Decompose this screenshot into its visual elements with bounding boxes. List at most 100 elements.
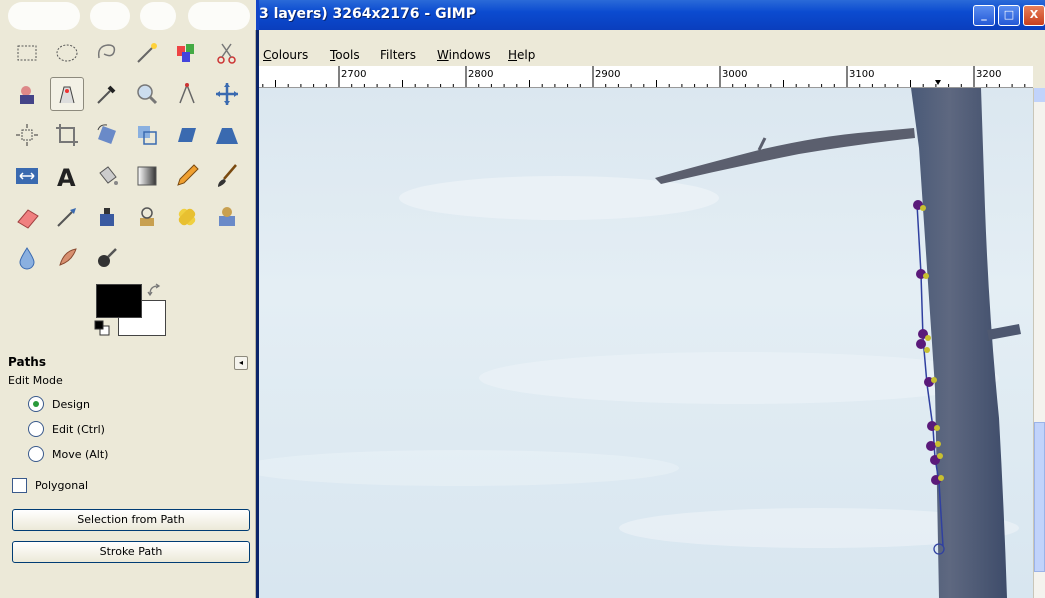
fuzzy-select-tool-button[interactable] bbox=[130, 36, 164, 70]
ruler-label: 2900 bbox=[595, 69, 620, 80]
zoom-icon bbox=[137, 84, 158, 105]
pencil-icon bbox=[177, 164, 199, 186]
horizontal-ruler[interactable]: 2700 2800 2900 3000 3100 3200 bbox=[259, 66, 1033, 88]
close-icon: X bbox=[1029, 8, 1039, 21]
color-area bbox=[92, 282, 172, 340]
foreground-select-icon bbox=[20, 86, 34, 104]
ink-tool-button[interactable] bbox=[90, 200, 124, 234]
blur-tool-button[interactable] bbox=[10, 241, 44, 275]
navigate-corner[interactable] bbox=[1033, 66, 1045, 88]
maximize-button[interactable]: □ bbox=[998, 5, 1020, 26]
dodge-burn-icon bbox=[98, 248, 117, 267]
paths-tool-button[interactable] bbox=[50, 77, 84, 111]
dodge-burn-tool-button[interactable] bbox=[90, 241, 124, 275]
blend-icon bbox=[137, 166, 157, 186]
wilber-logo-part bbox=[188, 2, 250, 30]
paintbrush-icon bbox=[218, 164, 237, 187]
color-picker-icon bbox=[97, 85, 116, 104]
foreground-select-tool-button[interactable] bbox=[10, 77, 44, 111]
radio-move[interactable] bbox=[28, 446, 44, 462]
toolbox-header bbox=[0, 0, 256, 30]
align-icon bbox=[16, 124, 38, 146]
flip-tool-button[interactable] bbox=[10, 159, 44, 193]
clone-tool-button[interactable] bbox=[130, 200, 164, 234]
image-canvas[interactable] bbox=[259, 88, 1033, 598]
perspective-clone-tool-button[interactable] bbox=[210, 200, 244, 234]
wilber-logo-part bbox=[8, 2, 80, 30]
move-tool-button[interactable] bbox=[210, 77, 244, 111]
selection-from-path-button[interactable]: Selection from Path bbox=[12, 509, 250, 531]
eraser-tool-button[interactable] bbox=[10, 200, 44, 234]
measure-icon bbox=[179, 83, 195, 104]
heal-tool-button[interactable] bbox=[170, 200, 204, 234]
tool-options-panel: Paths ◂ Edit Mode Design Edit (Ctrl) Mov… bbox=[6, 352, 250, 592]
window-title: 3 layers) 3264x2176 - GIMP bbox=[259, 6, 476, 22]
menu-help[interactable]: Help bbox=[508, 48, 535, 62]
text-tool-button[interactable]: A bbox=[50, 159, 84, 193]
select-by-color-tool-button[interactable] bbox=[170, 36, 204, 70]
align-tool-button[interactable] bbox=[10, 118, 44, 152]
maximize-icon: □ bbox=[1003, 8, 1015, 21]
rect-select-tool-button[interactable] bbox=[10, 36, 44, 70]
bucket-fill-icon bbox=[99, 166, 118, 185]
minimize-button[interactable]: _ bbox=[973, 5, 995, 26]
polygonal-option[interactable]: Polygonal bbox=[12, 478, 88, 493]
mode-design-option[interactable]: Design bbox=[28, 396, 90, 412]
bucket-fill-tool-button[interactable] bbox=[90, 159, 124, 193]
mode-move-label: Move (Alt) bbox=[52, 447, 109, 461]
mode-edit-label: Edit (Ctrl) bbox=[52, 422, 105, 436]
foreground-color-swatch[interactable] bbox=[96, 284, 142, 318]
text-icon: A bbox=[57, 164, 76, 189]
ellipse-select-icon bbox=[56, 44, 78, 62]
measure-tool-button[interactable] bbox=[170, 77, 204, 111]
menu-windows[interactable]: Windows bbox=[437, 48, 491, 62]
menu-tools[interactable]: Tools bbox=[330, 48, 360, 62]
heal-icon bbox=[178, 208, 196, 226]
mode-edit-option[interactable]: Edit (Ctrl) bbox=[28, 421, 105, 437]
scroll-thumb[interactable] bbox=[1034, 422, 1045, 572]
free-select-tool-button[interactable] bbox=[90, 36, 124, 70]
image-window: 3 layers) 3264x2176 - GIMP _ □ X Colours… bbox=[256, 0, 1045, 598]
zoom-tool-button[interactable] bbox=[130, 77, 164, 111]
default-colors-icon[interactable] bbox=[94, 320, 110, 336]
flip-icon bbox=[16, 168, 38, 184]
color-picker-tool-button[interactable] bbox=[90, 77, 124, 111]
blend-tool-button[interactable] bbox=[130, 159, 164, 193]
pencil-tool-button[interactable] bbox=[170, 159, 204, 193]
scissors-tool-button[interactable] bbox=[210, 36, 244, 70]
shear-tool-button[interactable] bbox=[170, 118, 204, 152]
shear-icon bbox=[178, 128, 196, 142]
mode-design-label: Design bbox=[52, 397, 90, 411]
vertical-scrollbar[interactable] bbox=[1033, 88, 1045, 598]
airbrush-tool-button[interactable] bbox=[50, 200, 84, 234]
airbrush-icon bbox=[57, 208, 76, 227]
perspective-tool-button[interactable] bbox=[210, 118, 244, 152]
ruler-label: 2800 bbox=[468, 69, 493, 80]
scroll-up-button[interactable] bbox=[1034, 88, 1045, 102]
radio-edit[interactable] bbox=[28, 421, 44, 437]
polygonal-checkbox[interactable] bbox=[12, 478, 27, 493]
swap-colors-icon[interactable] bbox=[146, 282, 164, 298]
panel-menu-button[interactable]: ◂ bbox=[234, 356, 248, 370]
toolbox: A Paths ◂ Edit Mode Design Edit (Ctrl) M… bbox=[0, 0, 256, 598]
radio-design[interactable] bbox=[28, 396, 44, 412]
close-button[interactable]: X bbox=[1023, 5, 1045, 26]
title-bar[interactable]: 3 layers) 3264x2176 - GIMP _ □ X bbox=[256, 0, 1045, 30]
menu-colours[interactable]: Colours bbox=[263, 48, 308, 62]
svg-text:A: A bbox=[57, 164, 76, 189]
menu-filters[interactable]: Filters bbox=[380, 48, 416, 62]
paths-icon bbox=[59, 86, 75, 104]
rect-select-icon bbox=[17, 45, 37, 61]
ellipse-select-tool-button[interactable] bbox=[50, 36, 84, 70]
polygonal-label: Polygonal bbox=[35, 479, 89, 492]
tool-options-title: Paths bbox=[8, 355, 46, 369]
scale-tool-button[interactable] bbox=[130, 118, 164, 152]
ruler-ticks: 2700 2800 2900 3000 3100 3200 bbox=[262, 66, 1026, 87]
smudge-tool-button[interactable] bbox=[50, 241, 84, 275]
mode-move-option[interactable]: Move (Alt) bbox=[28, 446, 108, 462]
wilber-logo-part bbox=[90, 2, 130, 30]
stroke-path-button[interactable]: Stroke Path bbox=[12, 541, 250, 563]
rotate-tool-button[interactable] bbox=[90, 118, 124, 152]
crop-tool-button[interactable] bbox=[50, 118, 84, 152]
paintbrush-tool-button[interactable] bbox=[210, 159, 244, 193]
